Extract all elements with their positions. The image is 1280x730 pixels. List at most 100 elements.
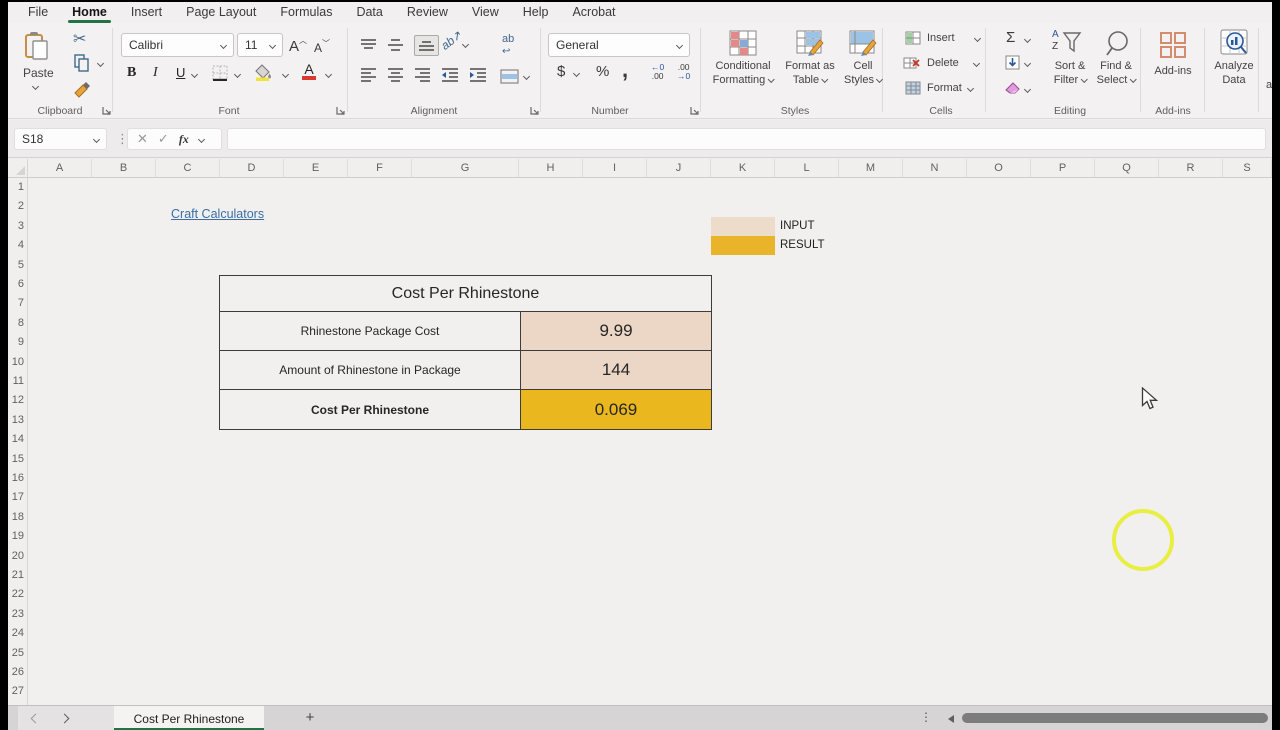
row-header-8[interactable]: 8 xyxy=(8,317,24,329)
alignment-dialog-launcher-icon[interactable] xyxy=(530,106,540,116)
analyze-data-button[interactable]: AnalyzeData xyxy=(1214,60,1253,87)
sort-filter-button[interactable]: Sort &Filter xyxy=(1054,60,1087,87)
row-header-9[interactable]: 9 xyxy=(8,336,24,348)
add-ins-button[interactable]: Add-ins xyxy=(1154,65,1191,79)
row-header-22[interactable]: 22 xyxy=(8,588,24,600)
menu-tab-help[interactable]: Help xyxy=(511,2,561,23)
column-headers[interactable]: ABCDEFGHIJKLMNOPQRS xyxy=(28,159,1272,178)
row-header-3[interactable]: 3 xyxy=(8,220,24,232)
menu-tab-home[interactable]: Home xyxy=(60,2,119,23)
find-select-button[interactable]: Find &Select xyxy=(1097,60,1136,87)
cell-styles-icon[interactable] xyxy=(849,30,877,56)
clear-icon[interactable] xyxy=(1004,81,1021,95)
cancel-icon[interactable]: ✕ xyxy=(137,131,148,147)
fill-color-icon[interactable] xyxy=(255,64,271,81)
insert-function-icon[interactable]: fx xyxy=(179,132,189,147)
menu-tab-page-layout[interactable]: Page Layout xyxy=(174,2,268,23)
underline-chevron-icon[interactable] xyxy=(191,71,198,78)
menu-tab-formulas[interactable]: Formulas xyxy=(268,2,344,23)
format-as-table-button[interactable]: Format asTable xyxy=(785,60,835,87)
clear-chevron-icon[interactable] xyxy=(1024,86,1031,93)
underline-button[interactable]: U xyxy=(176,65,185,80)
grow-font-icon[interactable]: A︿ xyxy=(289,35,307,55)
format-cells-button[interactable]: Format xyxy=(905,81,973,95)
scroll-left-arrow-icon[interactable] xyxy=(948,715,954,723)
column-header-O[interactable]: O xyxy=(967,159,1031,177)
row-header-5[interactable]: 5 xyxy=(8,259,24,271)
conditional-formatting-button[interactable]: ConditionalFormatting xyxy=(713,60,774,87)
input-value-cell[interactable]: 9.99 xyxy=(521,312,711,350)
font-name-select[interactable]: Calibri xyxy=(121,33,234,57)
menu-tab-view[interactable]: View xyxy=(460,2,511,23)
menu-tab-insert[interactable]: Insert xyxy=(119,2,174,23)
menu-tab-file[interactable]: File xyxy=(16,2,60,23)
align-bottom-icon[interactable] xyxy=(414,35,439,56)
number-format-select[interactable]: General xyxy=(548,33,690,57)
column-header-Q[interactable]: Q xyxy=(1095,159,1159,177)
row-header-27[interactable]: 27 xyxy=(8,685,24,697)
italic-button[interactable]: I xyxy=(153,65,158,81)
column-header-K[interactable]: K xyxy=(711,159,775,177)
number-dialog-launcher-icon[interactable] xyxy=(690,106,700,116)
font-size-select[interactable]: 11 xyxy=(237,33,283,57)
row-header-20[interactable]: 20 xyxy=(8,550,24,562)
row-header-15[interactable]: 15 xyxy=(8,453,24,465)
format-as-table-icon[interactable] xyxy=(796,30,824,56)
row-header-10[interactable]: 10 xyxy=(8,356,24,368)
row-header-25[interactable]: 25 xyxy=(8,647,24,659)
font-dialog-launcher-icon[interactable] xyxy=(336,106,346,116)
column-header-B[interactable]: B xyxy=(92,159,156,177)
tab-bar-options-icon[interactable]: ⋮ xyxy=(920,710,932,724)
font-color-icon[interactable]: A xyxy=(302,62,316,80)
horizontal-scrollbar-thumb[interactable] xyxy=(962,713,1268,723)
column-header-J[interactable]: J xyxy=(647,159,711,177)
row-header-16[interactable]: 16 xyxy=(8,472,24,484)
fill-down-icon[interactable] xyxy=(1005,55,1020,70)
row-header-6[interactable]: 6 xyxy=(8,278,24,290)
merge-center-icon[interactable] xyxy=(500,69,519,84)
new-sheet-button[interactable]: + xyxy=(300,708,320,728)
delete-cells-button[interactable]: Delete xyxy=(903,56,979,70)
increase-indent-icon[interactable] xyxy=(469,67,487,82)
align-left-icon[interactable] xyxy=(360,67,377,82)
column-header-P[interactable]: P xyxy=(1031,159,1095,177)
result-value-cell[interactable]: 0.069 xyxy=(521,390,711,429)
column-header-G[interactable]: G xyxy=(412,159,519,177)
row-header-23[interactable]: 23 xyxy=(8,608,24,620)
paste-button[interactable]: Paste xyxy=(24,32,50,64)
copy-chevron-icon[interactable] xyxy=(97,60,104,67)
column-header-I[interactable]: I xyxy=(583,159,647,177)
column-header-N[interactable]: N xyxy=(903,159,967,177)
cell-styles-button[interactable]: CellStyles xyxy=(844,60,882,87)
autosum-chevron-icon[interactable] xyxy=(1024,36,1031,43)
column-header-F[interactable]: F xyxy=(348,159,412,177)
row-header-24[interactable]: 24 xyxy=(8,627,24,639)
row-header-19[interactable]: 19 xyxy=(8,530,24,542)
insert-cells-button[interactable]: Insert xyxy=(905,31,980,45)
sheet-tab-cost-per-rhinestone[interactable]: Cost Per Rhinestone xyxy=(114,706,264,730)
copy-icon[interactable] xyxy=(74,54,90,72)
analyze-data-icon[interactable] xyxy=(1220,29,1250,57)
orientation-icon[interactable]: ab↗ xyxy=(438,27,465,52)
craft-calculators-link[interactable]: Craft Calculators xyxy=(171,207,264,221)
column-header-S[interactable]: S xyxy=(1223,159,1272,177)
row-header-26[interactable]: 26 xyxy=(8,666,24,678)
borders-icon[interactable] xyxy=(212,65,228,81)
format-painter-icon[interactable] xyxy=(73,81,91,99)
sort-filter-icon[interactable]: A Z xyxy=(1052,29,1082,57)
decrease-indent-icon[interactable] xyxy=(441,67,459,82)
next-sheet-icon[interactable] xyxy=(60,714,70,724)
bold-button[interactable]: B xyxy=(127,65,136,81)
column-header-H[interactable]: H xyxy=(519,159,583,177)
comma-style-icon[interactable]: , xyxy=(622,57,628,83)
enter-icon[interactable]: ✓ xyxy=(158,131,169,147)
align-center-icon[interactable] xyxy=(387,67,404,82)
accounting-format-icon[interactable]: $ xyxy=(557,63,565,80)
autosum-icon[interactable]: Σ xyxy=(1006,29,1015,46)
row-header-14[interactable]: 14 xyxy=(8,433,24,445)
fill-color-chevron-icon[interactable] xyxy=(282,71,289,78)
row-header-4[interactable]: 4 xyxy=(8,239,24,251)
row-headers[interactable]: 1234567891011121314151617181920212223242… xyxy=(8,178,28,705)
align-top-icon[interactable] xyxy=(360,38,377,53)
row-header-21[interactable]: 21 xyxy=(8,569,24,581)
